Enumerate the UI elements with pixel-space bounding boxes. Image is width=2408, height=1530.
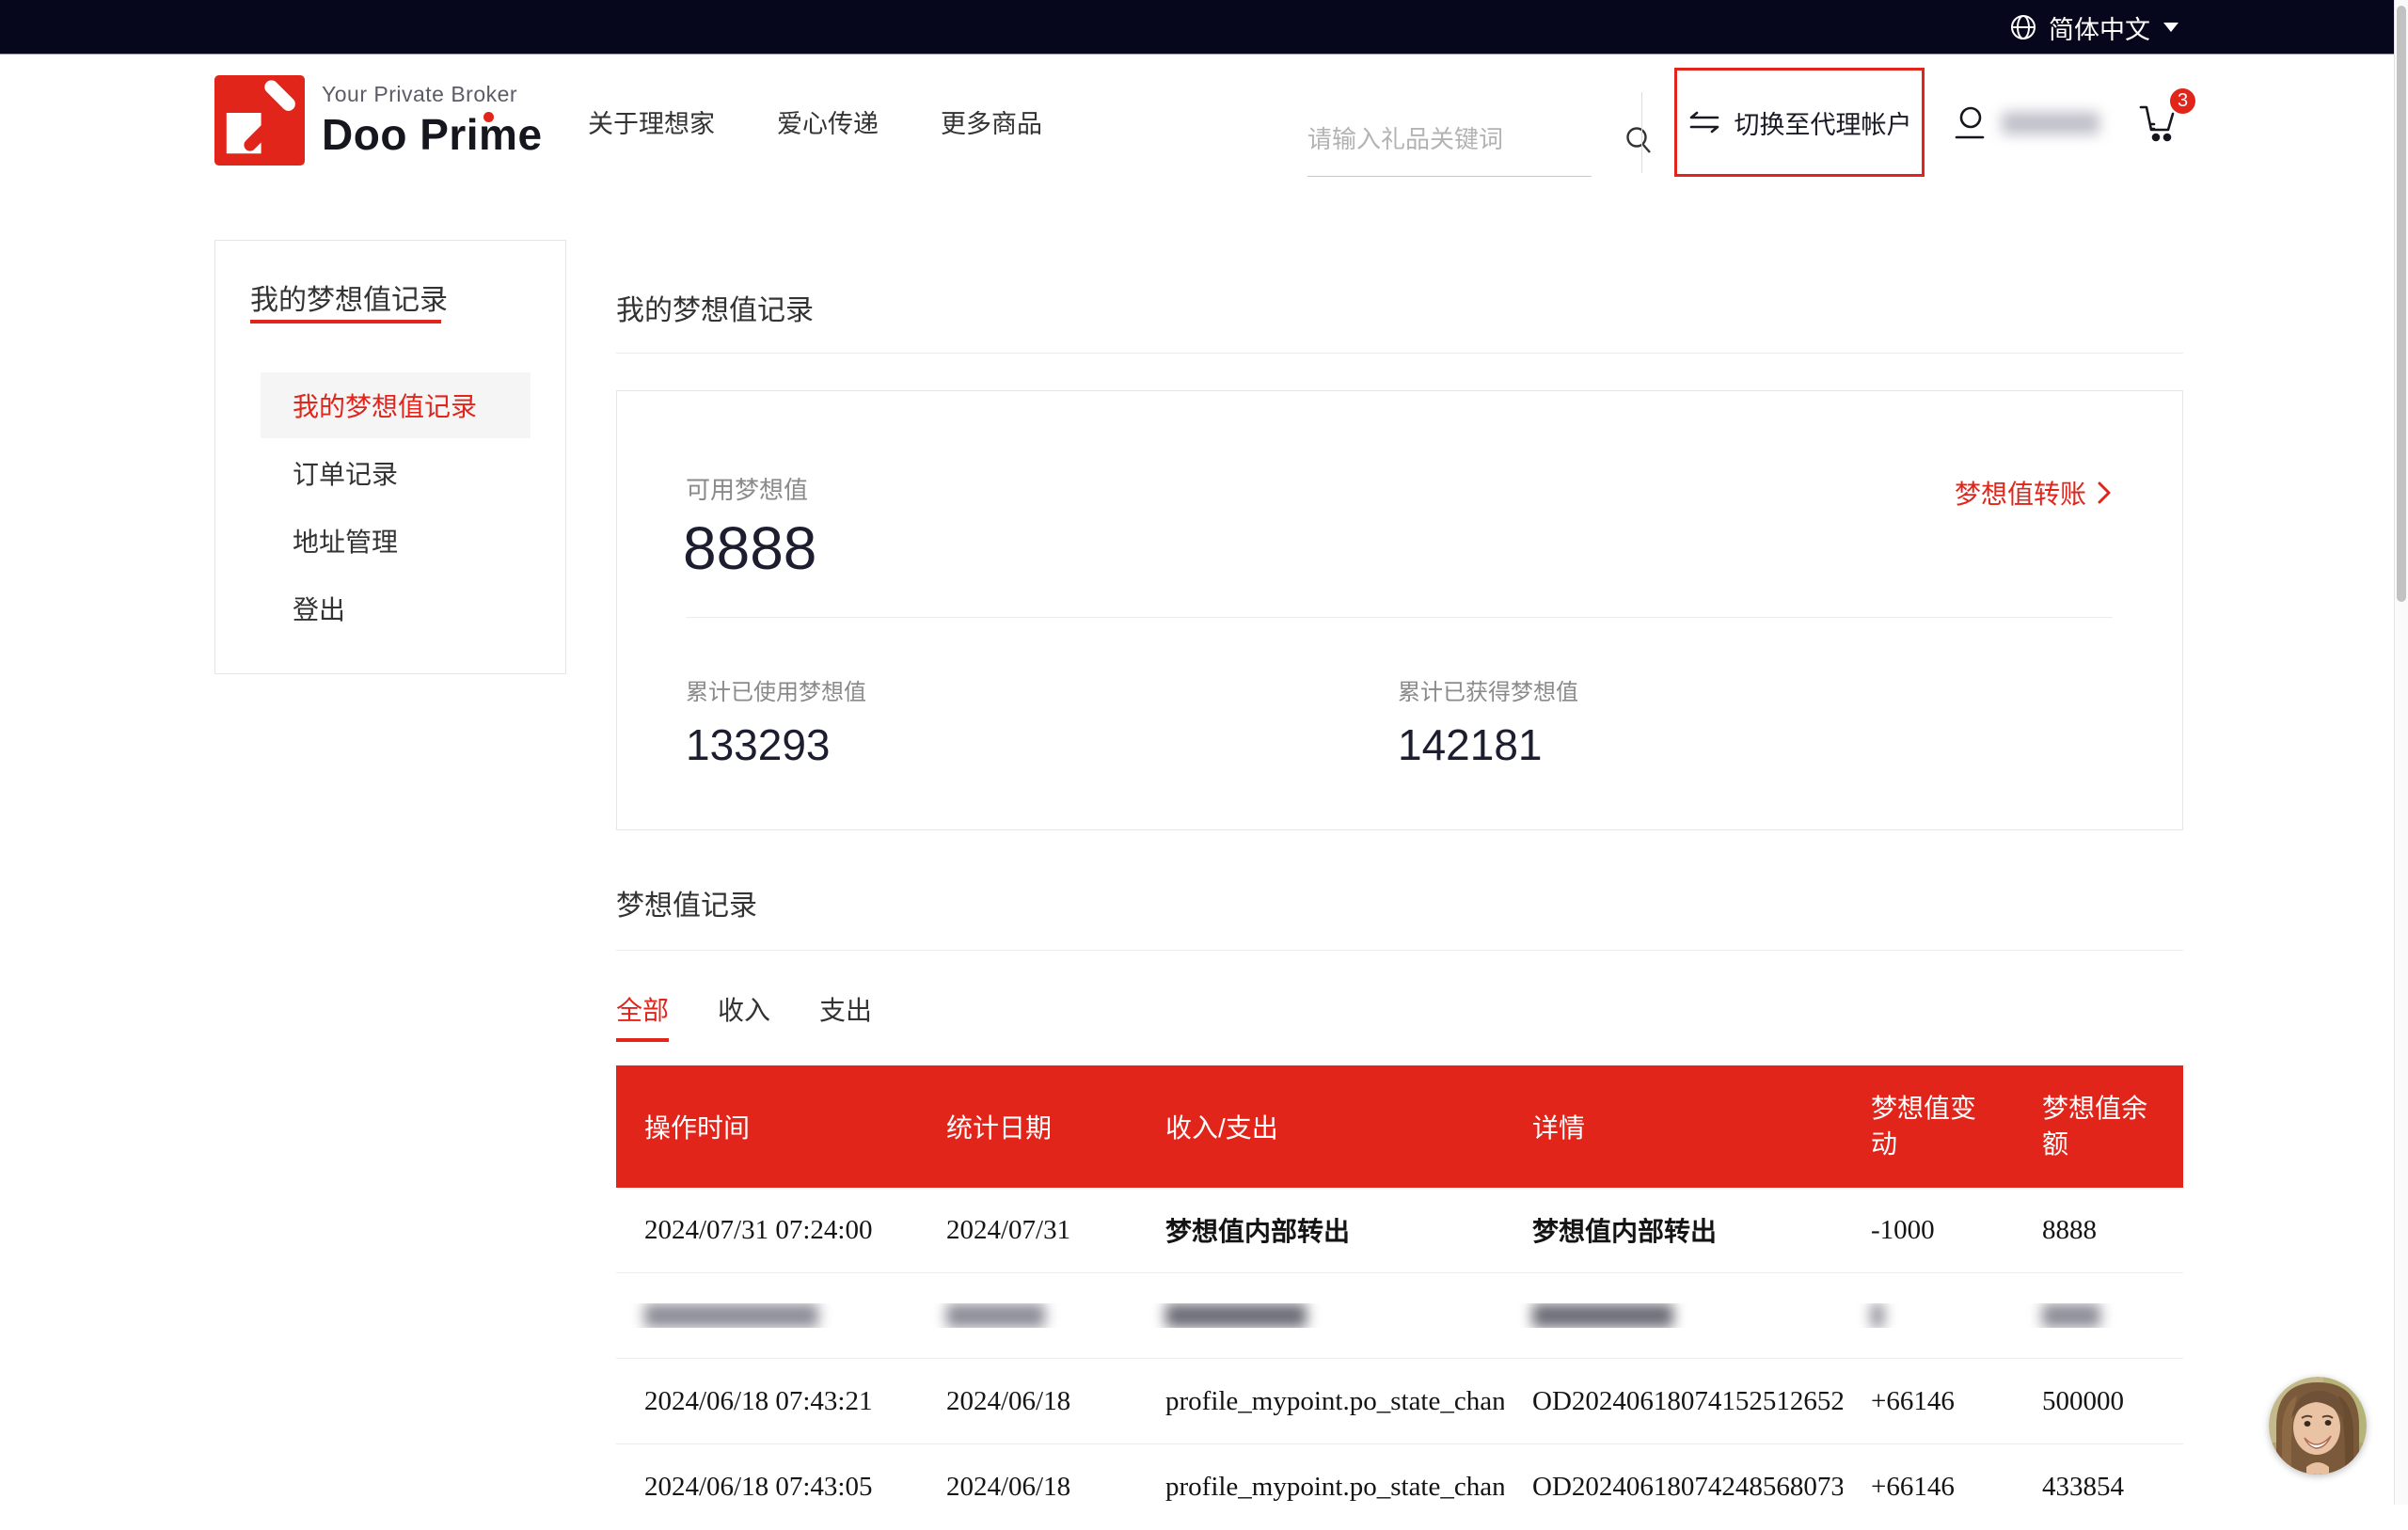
header-divider [1641, 92, 1642, 173]
cell-balance: 433854 [2014, 1472, 2183, 1503]
sidebar-item-address-management[interactable]: 地址管理 [261, 508, 531, 574]
cell-type: profile_mypoint.po_state_change [1137, 1386, 1504, 1417]
sidebar-item-logout[interactable]: 登出 [261, 576, 531, 641]
cell-type: 梦想值内部转出 [1137, 1211, 1504, 1249]
sidebar: 我的梦想值记录 我的梦想值记录 订单记录 地址管理 登出 [214, 240, 566, 674]
records-table: 操作时间 统计日期 收入/支出 详情 梦想值变动 梦想值余额 2024/07/3… [616, 1065, 2183, 1530]
cell-balance-redacted [2014, 1303, 2183, 1328]
cell-detail: OD20240618074248568073 [1504, 1472, 1843, 1503]
cart-count-badge: 3 [2170, 88, 2195, 114]
sidebar-title: 我的梦想值记录 [250, 276, 448, 318]
nav-item-more-products[interactable]: 更多商品 [941, 103, 1042, 140]
avatar[interactable] [2269, 1377, 2367, 1475]
cell-type-redacted [1137, 1303, 1504, 1328]
cell-time: 2024/06/18 07:43:05 [616, 1472, 918, 1503]
cell-time: 2024/06/18 07:43:21 [616, 1386, 918, 1417]
tab-expense[interactable]: 支出 [819, 990, 872, 1042]
user-account[interactable] [1951, 103, 2099, 143]
main-content: 我的梦想值记录 可用梦想值 8888 梦想值转账 累计已使用梦想值 133293… [616, 240, 2183, 1505]
chevron-down-icon [2163, 23, 2178, 32]
available-points-label: 可用梦想值 [686, 471, 808, 506]
col-header-income-expense: 收入/支出 [1137, 1108, 1504, 1145]
divider [686, 617, 2113, 618]
cell-type: profile_mypoint.po_state_change [1137, 1472, 1504, 1503]
points-transfer-label: 梦想值转账 [1955, 474, 2086, 512]
swap-arrows-icon [1687, 109, 1721, 135]
cell-date: 2024/06/18 [918, 1386, 1137, 1417]
tab-income[interactable]: 收入 [718, 990, 770, 1042]
logo-mark-icon [214, 75, 305, 166]
brand-dot [483, 112, 494, 122]
col-header-details: 详情 [1504, 1108, 1843, 1145]
cell-change: +66146 [1843, 1386, 2014, 1417]
cell-detail-redacted [1504, 1303, 1843, 1328]
search-icon[interactable] [1623, 124, 1655, 156]
sidebar-title-underline [250, 320, 441, 323]
records-tabs: 全部 收入 支出 [616, 990, 872, 1042]
col-header-points-change: 梦想值变动 [1843, 1091, 2014, 1162]
col-header-points-balance: 梦想值余额 [2014, 1091, 2183, 1162]
col-header-statistics-date: 统计日期 [918, 1108, 1137, 1145]
logo-tagline: Your Private Broker [322, 82, 543, 107]
username-redacted [2002, 112, 2099, 134]
chevron-right-icon [2096, 480, 2113, 506]
available-points-value: 8888 [683, 513, 816, 583]
cell-time-redacted [616, 1303, 918, 1328]
site-header: Your Private Broker Doo Prime 关于理想家 爱心传递… [214, 55, 2182, 188]
gift-search-box [1307, 103, 1592, 177]
used-points-value: 133293 [686, 719, 866, 770]
cart-button[interactable]: 3 [2135, 100, 2182, 147]
points-summary-card: 可用梦想值 8888 梦想值转账 累计已使用梦想值 133293 累计已获得梦想… [616, 390, 2183, 830]
language-label: 简体中文 [2049, 9, 2150, 46]
cell-detail: OD20240618074152512652 [1504, 1386, 1843, 1417]
divider [616, 353, 2183, 354]
nav-item-about[interactable]: 关于理想家 [588, 103, 715, 140]
top-bar: 简体中文 [0, 0, 2408, 55]
cell-time: 2024/07/31 07:24:00 [616, 1215, 918, 1246]
tab-all[interactable]: 全部 [616, 990, 669, 1042]
table-header-row: 操作时间 统计日期 收入/支出 详情 梦想值变动 梦想值余额 [616, 1065, 2183, 1188]
points-transfer-link[interactable]: 梦想值转账 [1955, 474, 2113, 512]
used-points-stat: 累计已使用梦想值 133293 [686, 673, 866, 770]
main-nav: 关于理想家 爱心传递 更多商品 [588, 55, 1042, 188]
table-row: 2024/06/18 07:43:05 2024/06/18 profile_m… [616, 1444, 2183, 1530]
sidebar-item-my-dream-points[interactable]: 我的梦想值记录 [261, 372, 531, 438]
table-row-redacted [616, 1273, 2183, 1359]
cell-detail: 梦想值内部转出 [1504, 1211, 1843, 1249]
earned-points-value: 142181 [1398, 719, 1578, 770]
switch-to-agent-account-button[interactable]: 切换至代理帐户 [1674, 68, 1925, 177]
cell-date: 2024/07/31 [918, 1215, 1137, 1246]
earned-points-label: 累计已获得梦想值 [1398, 673, 1578, 706]
table-row: 2024/06/18 07:43:21 2024/06/18 profile_m… [616, 1359, 2183, 1444]
cell-date: 2024/06/18 [918, 1472, 1137, 1503]
divider [616, 950, 2183, 951]
used-points-label: 累计已使用梦想值 [686, 673, 866, 706]
cell-balance: 8888 [2014, 1215, 2183, 1246]
sidebar-item-order-records[interactable]: 订单记录 [261, 440, 531, 506]
cell-date-redacted [918, 1303, 1137, 1328]
cell-change-redacted [1843, 1303, 2014, 1328]
user-icon [1951, 103, 1988, 143]
doo-prime-logo[interactable]: Your Private Broker Doo Prime [214, 75, 543, 166]
cell-change: +66146 [1843, 1472, 2014, 1503]
table-row: 2024/07/31 07:24:00 2024/07/31 梦想值内部转出 梦… [616, 1188, 2183, 1273]
earned-points-stat: 累计已获得梦想值 142181 [1398, 673, 1578, 770]
scrollbar-track[interactable] [2394, 0, 2408, 1505]
col-header-operation-time: 操作时间 [616, 1108, 918, 1145]
nav-item-charity[interactable]: 爱心传递 [777, 103, 879, 140]
records-section-title: 梦想值记录 [616, 882, 757, 923]
logo-brand: Doo Prime [322, 109, 543, 160]
page-title: 我的梦想值记录 [616, 287, 814, 328]
search-input[interactable] [1307, 125, 1623, 154]
switch-account-label: 切换至代理帐户 [1735, 104, 1912, 141]
globe-icon [2009, 13, 2037, 41]
language-selector[interactable]: 简体中文 [2009, 0, 2178, 55]
cell-change: -1000 [1843, 1215, 2014, 1246]
scrollbar-thumb[interactable] [2397, 6, 2406, 602]
cell-balance: 500000 [2014, 1386, 2183, 1417]
